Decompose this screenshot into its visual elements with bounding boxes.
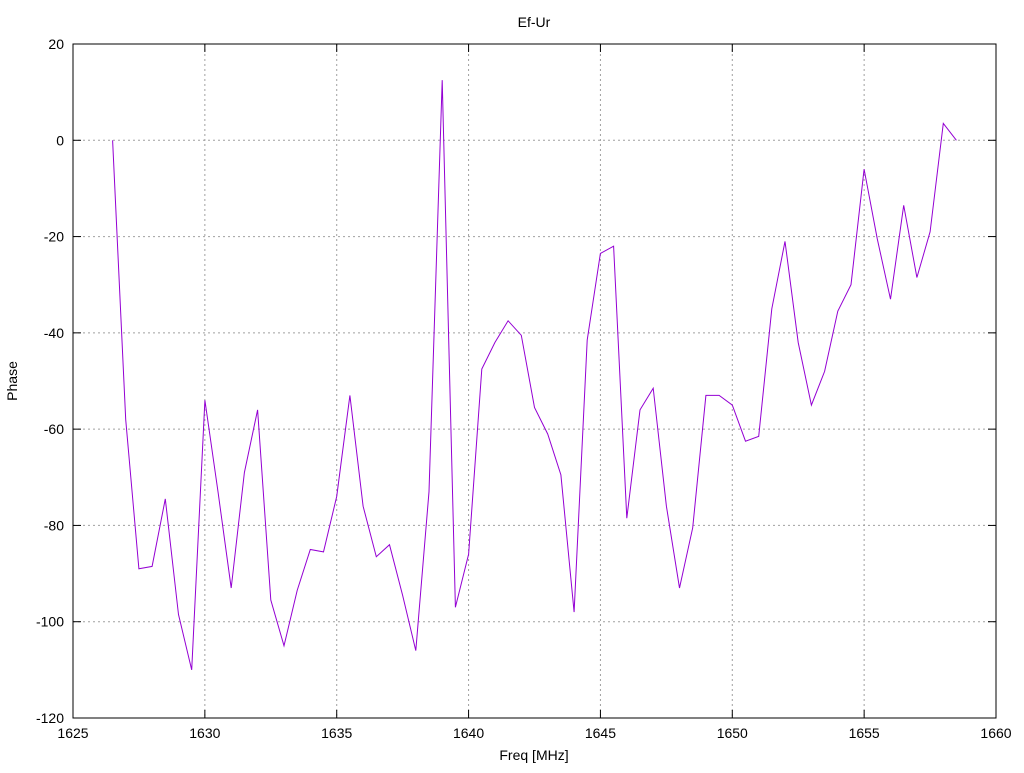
series-line: [112, 80, 957, 671]
x-tick-label: 1630: [189, 725, 220, 741]
x-tick-label: 1655: [849, 725, 880, 741]
chart: Ef-Ur Freq [MHz] Phase 1625 1630 1635 1640 1…: [0, 0, 1024, 768]
x-tick-label: 1625: [57, 725, 88, 741]
line-chart: Ef-Ur Freq [MHz] Phase 1625 1630 1635 1640 1…: [4, 14, 1012, 763]
y-tick-label: -40: [44, 325, 64, 341]
plot-border: [72, 43, 997, 719]
y-tick-label: -60: [44, 421, 64, 437]
x-tick-label: 1635: [321, 725, 352, 741]
chart-title: Ef-Ur: [518, 14, 551, 30]
y-tick-label: 0: [56, 132, 64, 148]
y-axis-label: Phase: [4, 361, 20, 401]
y-tick-label: -120: [36, 710, 64, 726]
x-axis-label: Freq [MHz]: [499, 747, 568, 763]
y-tick-label: -20: [44, 229, 64, 245]
y-tick-label: -100: [36, 614, 64, 630]
y-tick-label: 20: [48, 36, 64, 52]
grid: [73, 44, 996, 718]
x-tick-label: 1640: [453, 725, 484, 741]
x-tick-label: 1645: [585, 725, 616, 741]
y-tick-label: -80: [44, 517, 64, 533]
ticks: 1625 1630 1635 1640 1645 1650 1655 1660 -120 -100…: [36, 36, 1012, 741]
x-tick-label: 1650: [717, 725, 748, 741]
x-tick-label: 1660: [980, 725, 1011, 741]
series-layer: [112, 80, 957, 671]
